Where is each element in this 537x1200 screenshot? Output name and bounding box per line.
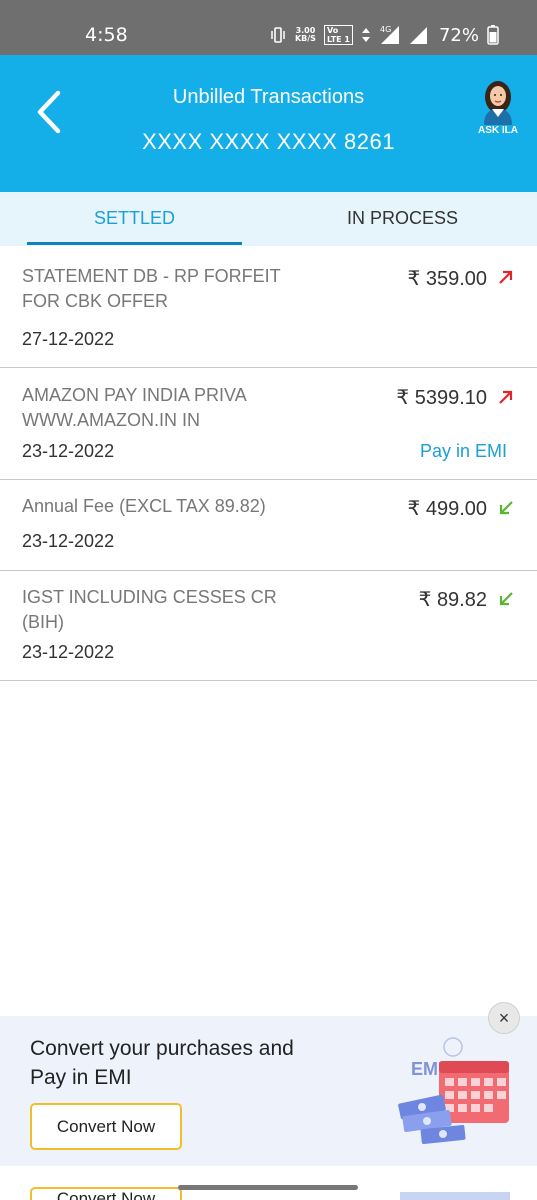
debit-arrow-icon	[499, 270, 513, 284]
transaction-amount: ₹ 89.82	[418, 589, 487, 611]
debit-arrow-icon	[499, 390, 513, 404]
credit-arrow-icon	[499, 501, 513, 515]
status-bar: 4:58 3.00 KB/S Vo LTE 1 4G 72%	[0, 0, 537, 55]
transaction-description: STATEMENT DB - RP FORFEIT FOR CBK OFFER	[22, 266, 281, 311]
tab-bar: SETTLED IN PROCESS	[0, 192, 537, 246]
transaction-row[interactable]: Annual Fee (EXCL TAX 89.82) 23-12-2022 ₹…	[0, 480, 537, 571]
volte-label: LTE 1	[326, 35, 350, 44]
emi-art-label: EMI	[411, 1059, 443, 1079]
data-transfer-icon	[361, 28, 370, 42]
transaction-row[interactable]: IGST INCLUDING CESSES CR (BIH) 23-12-202…	[0, 571, 537, 681]
transaction-date: 23-12-2022	[22, 531, 115, 551]
network-speed-unit: KB/S	[294, 34, 316, 43]
header: Unbilled Transactions XXXX XXXX XXXX 826…	[0, 55, 537, 192]
pay-in-emi-link[interactable]: Pay in EMI	[420, 441, 507, 462]
transaction-date: 27-12-2022	[22, 329, 115, 349]
volte-top: Vo	[326, 26, 339, 35]
convert-now-button-peek[interactable]: Convert Now	[30, 1187, 182, 1200]
volte-indicator: Vo LTE 1	[323, 25, 353, 45]
assistant-avatar-icon	[484, 81, 512, 125]
vibrate-icon	[271, 27, 285, 43]
battery-icon	[487, 25, 499, 45]
transaction-row[interactable]: AMAZON PAY INDIA PRIVA WWW.AMAZON.IN IN …	[0, 368, 537, 480]
status-time: 4:58	[85, 24, 128, 46]
active-tab-indicator	[27, 242, 242, 245]
ask-ila-button[interactable]: ASK ILA	[470, 77, 526, 143]
transaction-date: 23-12-2022	[22, 642, 115, 662]
network-speed: 3.00 KB/S	[295, 27, 316, 43]
card-number: XXXX XXXX XXXX 8261	[142, 129, 395, 154]
tab-in-process[interactable]: IN PROCESS	[295, 192, 510, 246]
status-icons: 3.00 KB/S Vo LTE 1 4G 72%	[269, 22, 499, 48]
next-banner-art	[400, 1192, 510, 1200]
transaction-description: IGST INCLUDING CESSES CR (BIH)	[22, 587, 277, 632]
banner-title: Convert your purchases and Pay in EMI	[30, 1037, 294, 1089]
page-title: Unbilled Transactions	[172, 86, 365, 108]
signal-icon	[409, 27, 427, 44]
home-indicator[interactable]	[178, 1185, 358, 1190]
transaction-amount: ₹ 499.00	[407, 498, 487, 520]
signal-4g-icon: 4G	[380, 25, 399, 44]
transaction-date: 23-12-2022	[22, 441, 115, 461]
battery-percent: 72%	[438, 24, 479, 46]
transaction-description: AMAZON PAY INDIA PRIVA WWW.AMAZON.IN IN	[22, 385, 246, 430]
emi-calendar-icon: EMI	[398, 1037, 509, 1145]
transaction-row[interactable]: STATEMENT DB - RP FORFEIT FOR CBK OFFER …	[0, 246, 537, 368]
transaction-amount: ₹ 359.00	[407, 268, 487, 290]
transaction-amount: ₹ 5399.10	[396, 387, 487, 409]
convert-now-button[interactable]: Convert Now	[30, 1103, 182, 1150]
transaction-description: Annual Fee (EXCL TAX 89.82)	[22, 496, 266, 516]
ask-ila-label: ASK ILA	[478, 125, 518, 136]
tab-settled[interactable]: SETTLED	[27, 192, 242, 246]
close-banner-button[interactable]: ×	[488, 1002, 520, 1034]
signal-4g-label: 4G	[380, 25, 391, 34]
credit-arrow-icon	[499, 592, 513, 606]
